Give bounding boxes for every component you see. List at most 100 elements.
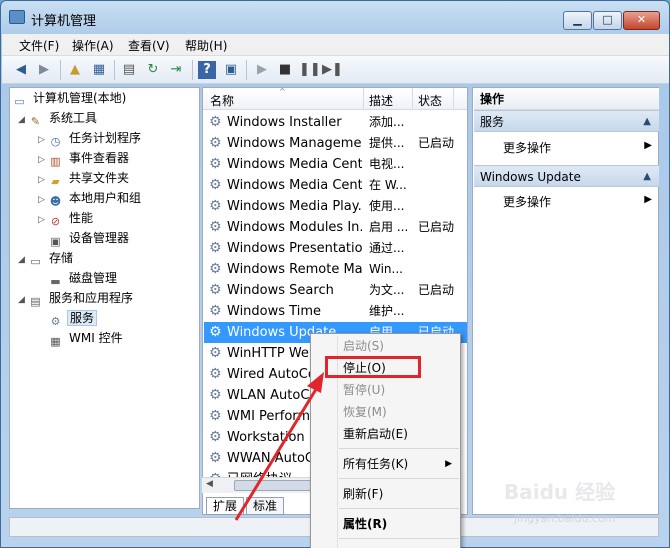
menu-item-properties[interactable]: 属性(R) xyxy=(343,514,458,534)
computer-management-icon xyxy=(9,10,25,24)
toolbar-separator xyxy=(114,60,115,80)
tree-item-root[interactable]: ▭ 计算机管理(本地) xyxy=(12,88,128,108)
back-icon[interactable]: ◀ xyxy=(12,61,30,79)
tab-extended[interactable]: 扩展 xyxy=(206,497,245,515)
expand-arrow-icon[interactable]: ▷ xyxy=(38,210,48,230)
service-row[interactable]: ⚙ Windows Time 维护... xyxy=(204,301,467,322)
service-row[interactable]: ⚙ Windows Search 为文... 已启动 xyxy=(204,280,467,301)
gear-icon: ⚙ xyxy=(209,114,222,130)
minimize-button[interactable]: ▁ xyxy=(563,11,592,30)
show-tree-icon[interactable]: ▦ xyxy=(90,61,108,79)
menu-separator xyxy=(339,448,459,449)
service-name: Windows Presentatio... xyxy=(227,241,362,256)
action-pane-title: 操作 xyxy=(474,88,659,110)
tree-item-services-apps[interactable]: ◢ ▤ 服务和应用程序 xyxy=(18,288,135,308)
tree-item-event-viewer[interactable]: ▷ ▥ 事件查看器 xyxy=(38,148,131,168)
tree-item-device-manager[interactable]: ▣ 设备管理器 xyxy=(48,228,131,248)
menu-item-start[interactable]: 启动(S) xyxy=(343,336,458,356)
service-description: 启用 ... xyxy=(369,220,409,234)
start-service-icon[interactable]: ▶ xyxy=(253,61,271,79)
action-pane-icon[interactable]: ▣ xyxy=(222,61,240,79)
gear-icon: ⚙ xyxy=(50,315,61,328)
collapse-arrow-icon[interactable]: ◢ xyxy=(18,250,28,270)
collapse-arrow-icon[interactable]: ◢ xyxy=(18,110,28,130)
service-description: 为文... xyxy=(369,283,405,297)
tree-item-task-scheduler[interactable]: ▷ ◷ 任务计划程序 xyxy=(38,128,143,148)
submenu-arrow-icon: ▶ xyxy=(445,459,452,469)
gear-icon: ⚙ xyxy=(209,282,222,298)
tree-item-wmi[interactable]: ▦ WMI 控件 xyxy=(48,328,125,348)
restart-service-icon[interactable]: ▶❚ xyxy=(322,61,343,79)
export-icon[interactable]: ⇥ xyxy=(167,61,185,79)
watermark-url: jingyan.baidu.com xyxy=(514,512,616,525)
tree-item-disk-management[interactable]: ▬ 磁盘管理 xyxy=(48,268,119,288)
tree-item-storage[interactable]: ◢ ▭ 存储 xyxy=(18,248,75,268)
service-row[interactable]: ⚙ Windows Modules In... 启用 ... 已启动 xyxy=(204,217,467,238)
collapse-arrow-icon[interactable]: ◢ xyxy=(18,290,28,310)
column-divider[interactable] xyxy=(363,88,364,110)
expand-arrow-icon[interactable]: ▷ xyxy=(38,190,48,210)
tree-item-services[interactable]: ⚙ 服务 xyxy=(48,308,98,328)
column-description[interactable]: 描述 xyxy=(369,92,393,109)
tree-item-local-users[interactable]: ▷ ☻ 本地用户和组 xyxy=(38,188,143,208)
service-row[interactable]: ⚙ Windows Presentatio... 通过... xyxy=(204,238,467,259)
tree-item-performance[interactable]: ▷ ⊘ 性能 xyxy=(38,208,95,228)
menu-action[interactable]: 操作(A) xyxy=(72,37,114,54)
up-folder-icon[interactable]: ▲ xyxy=(66,61,84,79)
service-row[interactable]: ⚙ Windows Remote Ma... Win... xyxy=(204,259,467,280)
gear-icon: ⚙ xyxy=(209,198,222,214)
pause-service-icon[interactable]: ❚❚ xyxy=(299,61,321,79)
shared-folder-icon: ▰ xyxy=(51,175,60,188)
gear-icon: ⚙ xyxy=(209,303,222,319)
service-row[interactable]: ⚙ Windows Media Play... 使用... xyxy=(204,196,467,217)
service-row[interactable]: ⚙ Windows Installer 添加... xyxy=(204,112,467,133)
services-apps-icon: ▤ xyxy=(30,295,41,308)
menu-item-refresh[interactable]: 刷新(F) xyxy=(343,484,458,504)
title-bar[interactable]: 计算机管理 ▁ □ ✕ xyxy=(1,1,669,33)
menu-file[interactable]: 文件(F) xyxy=(19,37,59,54)
menu-view[interactable]: 查看(V) xyxy=(128,37,170,54)
gear-icon: ⚙ xyxy=(209,324,222,340)
expand-arrow-icon[interactable]: ▷ xyxy=(38,130,48,150)
menu-help[interactable]: 帮助(H) xyxy=(185,37,227,54)
tree-item-shared-folders[interactable]: ▷ ▰ 共享文件夹 xyxy=(38,168,131,188)
menu-item-pause[interactable]: 暂停(U) xyxy=(343,380,458,400)
scroll-left-icon[interactable]: ◀ xyxy=(206,479,213,489)
menu-item-resume[interactable]: 恢复(M) xyxy=(343,402,458,422)
menu-item-restart[interactable]: 重新启动(E) xyxy=(343,424,458,444)
tools-icon: ✎ xyxy=(30,115,41,128)
collapse-up-icon[interactable]: ▲ xyxy=(643,111,651,133)
gear-icon: ⚙ xyxy=(209,366,222,382)
tree-item-system-tools[interactable]: ◢ ✎ 系统工具 xyxy=(18,108,99,128)
gear-icon: ⚙ xyxy=(209,387,222,403)
service-row[interactable]: ⚙ Windows Manageme... 提供... 已启动 xyxy=(204,133,467,154)
expand-arrow-icon[interactable]: ▷ xyxy=(38,170,48,190)
refresh-icon[interactable]: ↻ xyxy=(144,61,162,79)
column-status[interactable]: 状态 xyxy=(418,92,442,109)
forward-icon[interactable]: ▶ xyxy=(35,61,53,79)
service-description: 在 W... xyxy=(369,178,407,192)
service-description: 维护... xyxy=(369,304,405,318)
help-icon[interactable]: ? xyxy=(198,61,216,79)
column-name[interactable]: 名称 xyxy=(210,92,234,109)
action-more-services[interactable]: 更多操作 xyxy=(503,139,551,156)
column-divider[interactable] xyxy=(453,88,454,110)
properties-icon[interactable]: ▤ xyxy=(120,61,138,79)
toolbar-separator xyxy=(192,60,193,80)
service-description: 通过... xyxy=(369,241,405,255)
column-divider[interactable] xyxy=(412,88,413,110)
expand-arrow-icon[interactable]: ▷ xyxy=(38,150,48,170)
menu-item-all-tasks[interactable]: 所有任务(K) ▶ xyxy=(343,454,458,474)
collapse-up-icon[interactable]: ▲ xyxy=(643,166,651,188)
close-button[interactable]: ✕ xyxy=(623,11,660,30)
list-header: 名称 ^ 描述 状态 xyxy=(203,88,467,110)
service-name: Windows Media Play... xyxy=(227,199,362,214)
tab-standard[interactable]: 标准 xyxy=(246,497,285,515)
service-row[interactable]: ⚙ Windows Media Cent... 在 W... xyxy=(204,175,467,196)
stop-service-icon[interactable]: ■ xyxy=(276,61,294,79)
service-row[interactable]: ⚙ Windows Media Cent... 电视... xyxy=(204,154,467,175)
action-more-windows-update[interactable]: 更多操作 xyxy=(503,193,551,210)
maximize-button[interactable]: □ xyxy=(593,11,622,30)
action-group-services[interactable]: 服务 ▲ xyxy=(474,110,659,132)
action-group-windows-update[interactable]: Windows Update ▲ xyxy=(474,165,659,187)
